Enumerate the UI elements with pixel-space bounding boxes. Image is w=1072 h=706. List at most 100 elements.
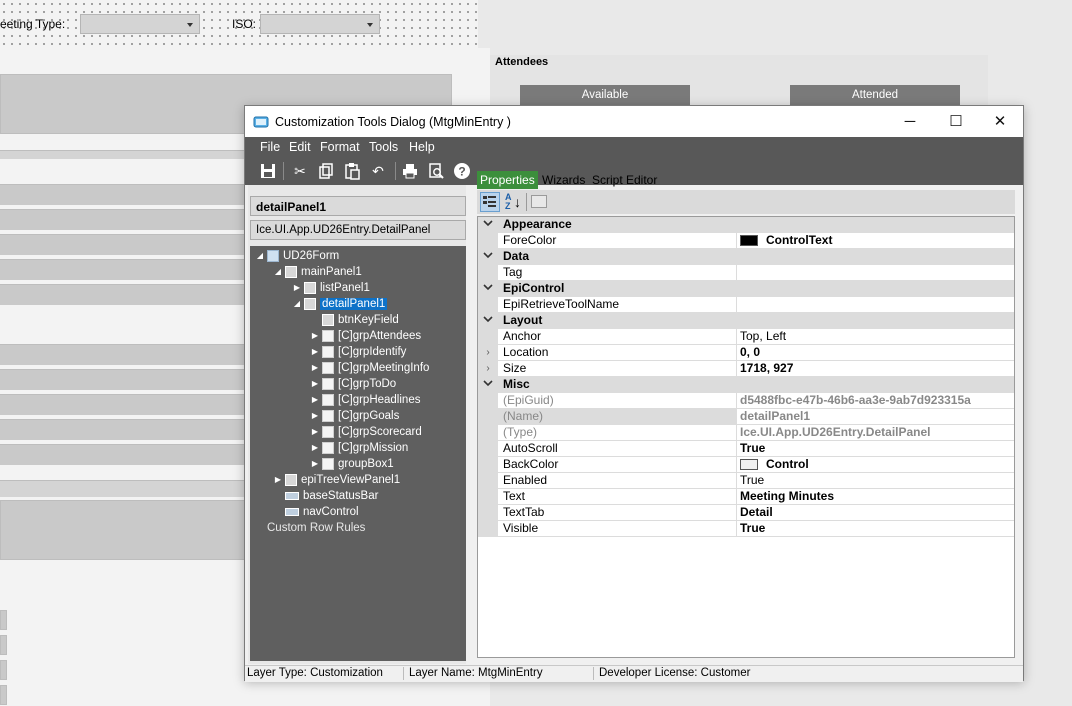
property-value[interactable]: 1718, 927 [736, 361, 1018, 376]
row-gutter[interactable] [478, 409, 498, 424]
collapse-arrow-icon[interactable] [478, 249, 498, 264]
property-value[interactable]: True [736, 473, 1018, 488]
property-category[interactable]: Data [478, 249, 1014, 265]
maximize-button[interactable]: ☐ [933, 106, 979, 137]
meeting-type-combo[interactable] [80, 14, 200, 34]
property-value[interactable]: d5488fbc-e47b-46b6-aa3e-9ab7d923315a [736, 393, 1018, 408]
expand-arrow-icon[interactable]: ▶ [308, 408, 322, 424]
tree-node[interactable]: ◢ UD26Form [253, 248, 339, 264]
tree-node[interactable]: btnKeyField [308, 312, 399, 328]
tree-node[interactable]: ▶ [C]grpHeadlines [308, 392, 420, 408]
row-gutter[interactable] [478, 505, 498, 520]
save-icon[interactable] [259, 162, 277, 180]
print-icon[interactable] [401, 162, 419, 180]
help-icon[interactable]: ? [453, 162, 471, 180]
collapse-arrow-icon[interactable] [478, 377, 498, 392]
expand-arrow-icon[interactable]: ▶ [308, 456, 322, 472]
property-row[interactable]: BackColor Control [478, 457, 1014, 473]
copy-icon[interactable] [317, 162, 335, 180]
menu-format[interactable]: Format [320, 140, 360, 154]
row-gutter[interactable] [478, 521, 498, 536]
undo-icon[interactable]: ↶ [369, 162, 387, 180]
tree-node[interactable]: ▶ [C]grpGoals [308, 408, 399, 424]
collapse-arrow-icon[interactable] [478, 217, 498, 232]
property-value[interactable]: Meeting Minutes [736, 489, 1018, 504]
property-value[interactable]: detailPanel1 [736, 409, 1018, 424]
row-gutter[interactable] [478, 233, 498, 248]
property-row[interactable]: AutoScroll True [478, 441, 1014, 457]
expand-arrow-icon[interactable]: ▶ [290, 280, 304, 296]
menu-tools[interactable]: Tools [369, 140, 398, 154]
expand-arrow-icon[interactable]: › [478, 345, 498, 360]
row-gutter[interactable] [478, 329, 498, 344]
row-gutter[interactable] [478, 489, 498, 504]
expand-arrow-icon[interactable]: ▶ [308, 424, 322, 440]
tree-node[interactable]: ◢ mainPanel1 [271, 264, 362, 280]
tree-node[interactable]: ▶ [C]grpToDo [308, 376, 396, 392]
dialog-title-bar[interactable]: Customization Tools Dialog (MtgMinEntry … [245, 106, 1023, 137]
property-row[interactable]: EpiRetrieveToolName [478, 297, 1014, 313]
tree-node[interactable]: ▶ groupBox1 [308, 456, 394, 472]
property-category[interactable]: Misc [478, 377, 1014, 393]
property-row[interactable]: (Type) Ice.UI.App.UD26Entry.DetailPanel [478, 425, 1014, 441]
expand-arrow-icon[interactable]: ▶ [271, 472, 285, 488]
tree-node[interactable]: ▶ [C]grpAttendees [308, 328, 421, 344]
tree-node[interactable]: ▶ [C]grpMission [308, 440, 408, 456]
paste-icon[interactable] [343, 162, 361, 180]
property-value[interactable]: True [736, 441, 1018, 456]
property-row[interactable]: › Size 1718, 927 [478, 361, 1014, 377]
property-category[interactable]: Appearance [478, 217, 1014, 233]
property-row[interactable]: (Name) detailPanel1 [478, 409, 1014, 425]
row-gutter[interactable] [478, 425, 498, 440]
collapse-arrow-icon[interactable]: ◢ [290, 296, 304, 312]
alphabetical-sort-icon[interactable]: A Z ↓ [503, 192, 523, 212]
property-value[interactable]: Top, Left [736, 329, 1018, 344]
property-row[interactable]: Enabled True [478, 473, 1014, 489]
row-gutter[interactable] [478, 457, 498, 472]
tree-node[interactable]: Custom Row Rules [253, 520, 365, 536]
collapse-arrow-icon[interactable] [478, 313, 498, 328]
tree-node[interactable]: ▶ epiTreeViewPanel1 [271, 472, 400, 488]
tree-node[interactable]: ▶ [C]grpScorecard [308, 424, 422, 440]
tree-node[interactable]: baseStatusBar [271, 488, 378, 504]
expand-arrow-icon[interactable]: › [478, 361, 498, 376]
tree-node[interactable]: ▶ [C]grpIdentify [308, 344, 406, 360]
menu-help[interactable]: Help [409, 140, 435, 154]
property-row[interactable]: (EpiGuid) d5488fbc-e47b-46b6-aa3e-9ab7d92… [478, 393, 1014, 409]
property-value[interactable]: Detail [736, 505, 1018, 520]
property-value[interactable]: Ice.UI.App.UD26Entry.DetailPanel [736, 425, 1018, 440]
close-button[interactable]: ✕ [977, 106, 1023, 137]
property-row[interactable]: › Location 0, 0 [478, 345, 1014, 361]
tab-script-editor[interactable]: Script Editor [589, 171, 660, 189]
row-gutter[interactable] [478, 473, 498, 488]
property-category[interactable]: Layout [478, 313, 1014, 329]
property-value[interactable] [736, 265, 1018, 280]
property-value[interactable]: 0, 0 [736, 345, 1018, 360]
collapse-arrow-icon[interactable]: ◢ [271, 264, 285, 280]
row-gutter[interactable] [478, 265, 498, 280]
property-value[interactable]: ControlText [736, 233, 1018, 248]
expand-arrow-icon[interactable]: ▶ [308, 392, 322, 408]
tree-node[interactable]: ◢ detailPanel1 [290, 296, 388, 312]
row-gutter[interactable] [478, 441, 498, 456]
tree-node[interactable]: navControl [271, 504, 359, 520]
property-category[interactable]: EpiControl [478, 281, 1014, 297]
tree-node[interactable]: ▶ listPanel1 [290, 280, 370, 296]
print-preview-icon[interactable] [427, 162, 445, 180]
collapse-arrow-icon[interactable]: ◢ [253, 248, 267, 264]
menu-edit[interactable]: Edit [289, 140, 311, 154]
property-row[interactable]: Tag [478, 265, 1014, 281]
menu-file[interactable]: File [260, 140, 280, 154]
tab-properties[interactable]: Properties [477, 171, 538, 189]
row-gutter[interactable] [478, 393, 498, 408]
categorized-view-icon[interactable] [480, 192, 500, 212]
minimize-button[interactable]: ─ [887, 106, 933, 137]
expand-arrow-icon[interactable]: ▶ [308, 360, 322, 376]
tree-node[interactable]: ▶ [C]grpMeetingInfo [308, 360, 429, 376]
cut-icon[interactable]: ✂ [291, 162, 309, 180]
collapse-arrow-icon[interactable] [478, 281, 498, 296]
expand-arrow-icon[interactable]: ▶ [308, 328, 322, 344]
tab-wizards[interactable]: Wizards [539, 171, 588, 189]
row-gutter[interactable] [478, 297, 498, 312]
property-row[interactable]: Visible True [478, 521, 1014, 537]
